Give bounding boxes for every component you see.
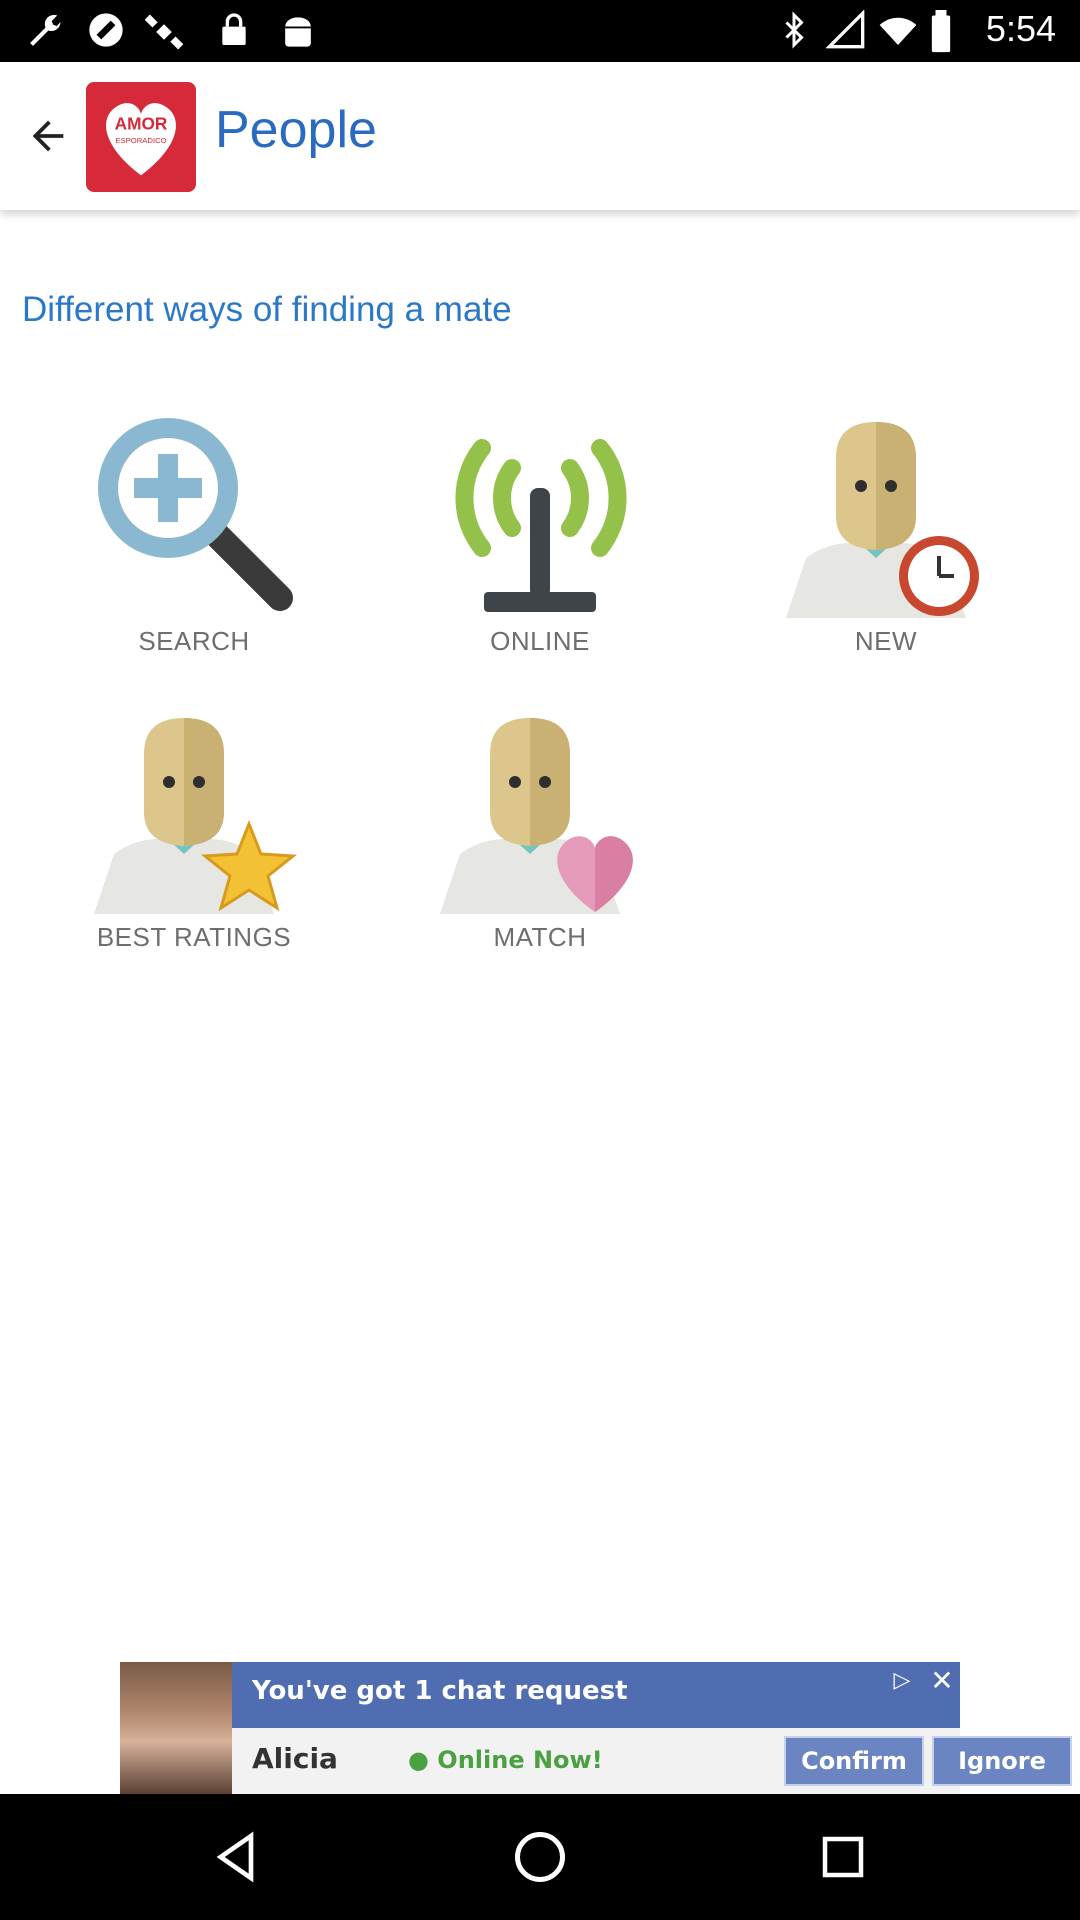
ad-online-text: Online Now!	[437, 1746, 603, 1774]
battery-icon	[931, 10, 951, 53]
section-subtitle: Different ways of finding a mate	[22, 290, 512, 329]
ad-banner[interactable]: You've got 1 chat request ▷ ✕ Alicia ● O…	[120, 1662, 1072, 1794]
status-bar: 5:54	[0, 0, 1080, 62]
ad-close-icon[interactable]: ✕	[924, 1662, 960, 1698]
clock-text: 5:54	[985, 8, 1056, 49]
satellite-icon	[144, 14, 184, 50]
ad-info-icon[interactable]: ▷	[884, 1662, 920, 1698]
back-button[interactable]	[14, 102, 82, 170]
option-best-ratings[interactable]: BEST RATINGS	[44, 704, 344, 964]
option-online-label: ONLINE	[490, 626, 590, 656]
app-bar: AMOR ESPORADICO People	[0, 62, 1080, 210]
person-star-icon	[94, 718, 297, 914]
ad-ignore-button[interactable]: Ignore	[932, 1736, 1072, 1786]
option-online[interactable]: ONLINE	[390, 408, 690, 668]
logo-text-esporadico: ESPORADICO	[115, 136, 166, 145]
wrench-icon	[30, 14, 61, 46]
option-new-label: NEW	[854, 626, 918, 656]
ad-header: You've got 1 chat request	[232, 1662, 960, 1728]
circle-home-icon	[515, 1832, 565, 1882]
nav-back-button[interactable]	[202, 1822, 272, 1892]
option-match[interactable]: MATCH	[390, 704, 690, 964]
search-plus-icon	[98, 418, 293, 611]
navigation-bar	[0, 1794, 1080, 1920]
ad-confirm-button[interactable]: Confirm	[784, 1736, 924, 1786]
heart-logo-icon: AMOR ESPORADICO	[106, 103, 176, 176]
triangle-back-icon	[216, 1831, 254, 1883]
fake-gps-icon	[89, 13, 123, 47]
nav-home-button[interactable]	[505, 1822, 575, 1892]
option-new[interactable]: NEW	[736, 408, 1036, 668]
ad-headline: You've got 1 chat request	[252, 1676, 628, 1706]
option-best-ratings-label: BEST RATINGS	[96, 922, 292, 952]
app-logo: AMOR ESPORADICO	[86, 82, 196, 192]
antenna-icon	[455, 439, 627, 612]
option-search-label: SEARCH	[138, 626, 250, 656]
lock-icon	[222, 13, 246, 45]
bluetooth-icon	[785, 11, 804, 49]
option-search[interactable]: SEARCH	[44, 408, 344, 668]
ad-online-status: ● Online Now!	[408, 1746, 603, 1774]
option-match-label: MATCH	[493, 922, 587, 952]
nav-recents-button[interactable]	[808, 1822, 878, 1892]
page-title: People	[215, 101, 377, 159]
signal-off-icon	[826, 10, 865, 49]
person-clock-icon	[786, 422, 979, 618]
android-icon	[285, 17, 311, 47]
ad-profile-photo	[120, 1662, 232, 1794]
person-heart-icon	[440, 718, 633, 914]
logo-text-amor: AMOR	[115, 113, 168, 133]
ad-name: Alicia	[252, 1742, 338, 1775]
arrow-left-icon	[32, 120, 64, 152]
ad-footer: Alicia ● Online Now! Confirm Ignore	[232, 1728, 1072, 1794]
screen: 5:54 AMOR ESPORADICO People Different wa…	[0, 0, 1080, 1920]
wifi-icon	[879, 17, 917, 45]
square-recents-icon	[822, 1836, 864, 1878]
